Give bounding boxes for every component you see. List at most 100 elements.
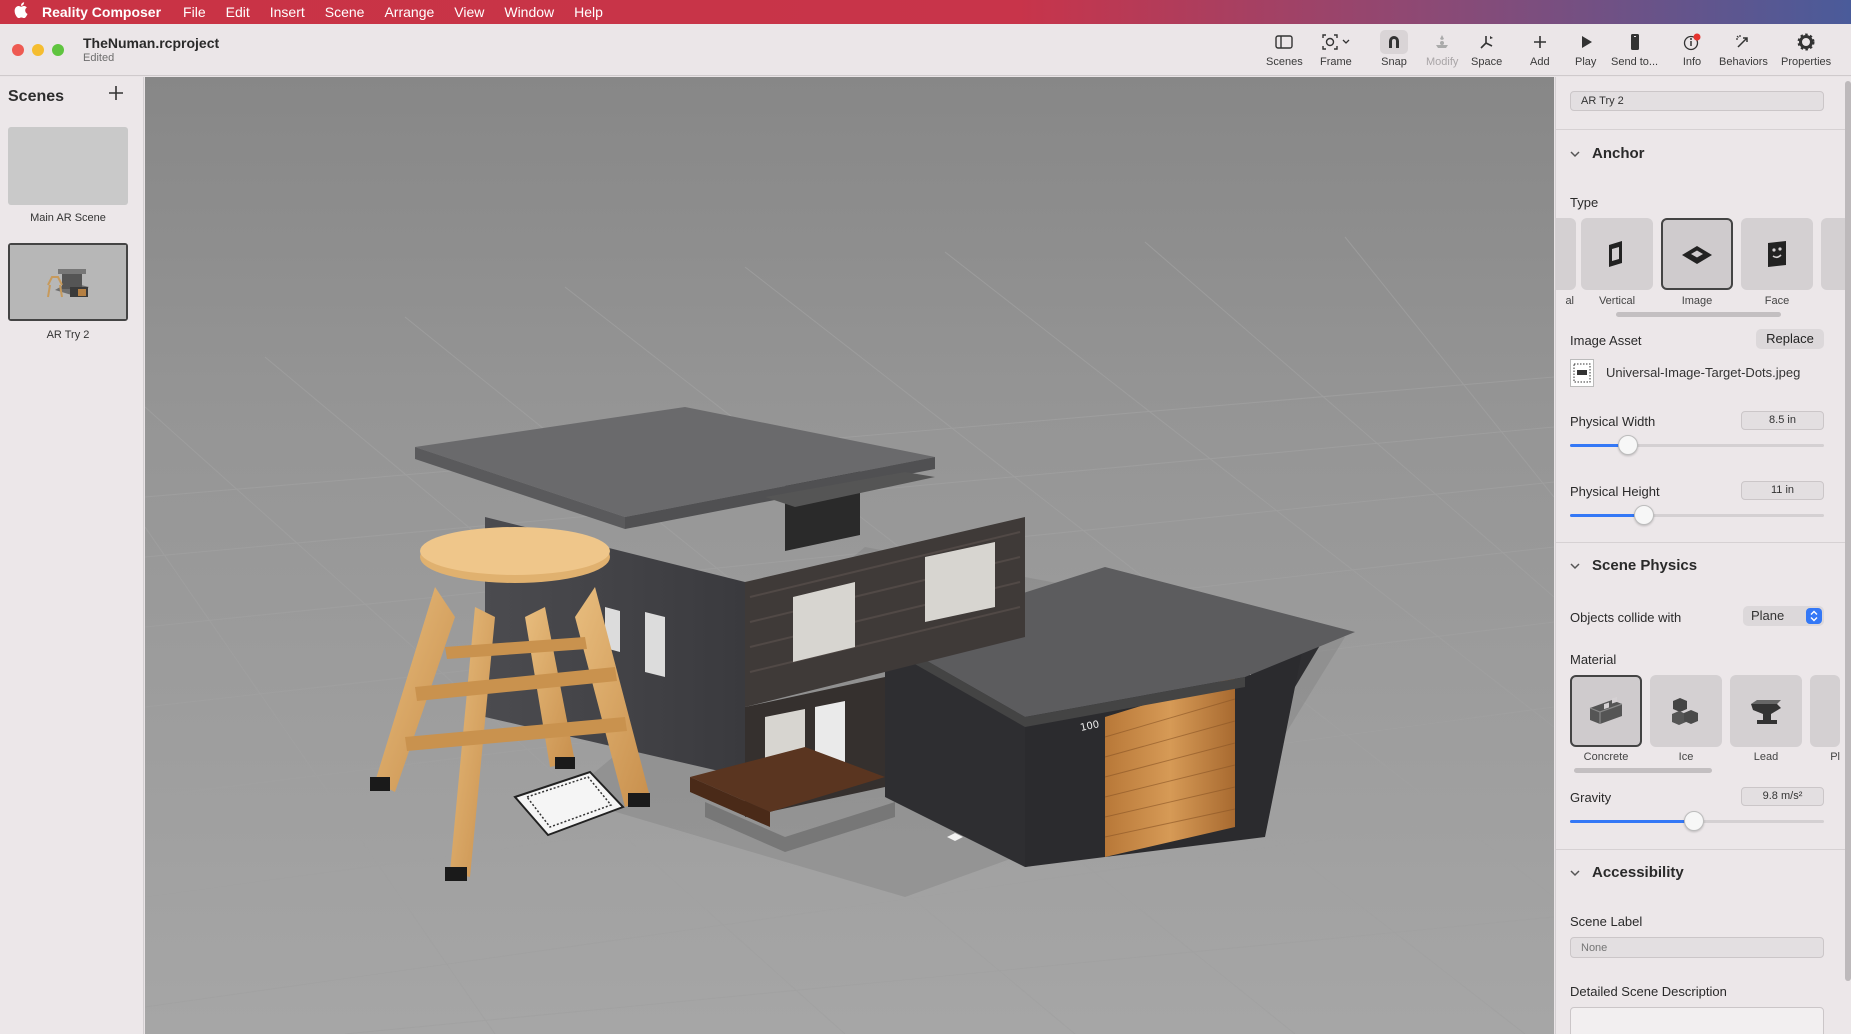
menu-arrange[interactable]: Arrange (384, 4, 434, 20)
gravity-slider-knob[interactable] (1684, 811, 1705, 831)
behaviors-arrow-icon (1734, 30, 1752, 54)
menu-edit[interactable]: Edit (226, 4, 250, 20)
scene-label-ar-try-2: AR Try 2 (46, 329, 90, 341)
physical-width-slider[interactable] (1570, 435, 1824, 455)
collide-with-label: Objects collide with (1570, 610, 1682, 625)
space-toolbar-button[interactable]: Space (1471, 30, 1502, 74)
frame-icon (1321, 30, 1351, 54)
material-concrete-label: Concrete (1583, 751, 1629, 763)
anchor-type-image-label: Image (1681, 295, 1713, 307)
document-title: TheNuman.rcproject (83, 35, 220, 51)
frame-toolbar-button[interactable]: Frame (1320, 30, 1352, 74)
gravity-label: Gravity (1570, 790, 1612, 805)
image-anchor-icon (1682, 246, 1712, 264)
anchor-type-horizontal[interactable] (1556, 218, 1576, 290)
properties-inspector: AR Try 2 Anchor Type al Vertical Image F… (1555, 77, 1851, 1034)
anchor-type-label: Type (1570, 195, 1599, 210)
material-lead[interactable] (1730, 675, 1802, 747)
scene-preview-image (10, 245, 126, 319)
physical-height-slider-fill (1570, 514, 1644, 517)
app-name-menu[interactable]: Reality Composer (42, 4, 161, 20)
physical-width-slider-knob[interactable] (1618, 435, 1639, 455)
lead-anvil-icon (1751, 700, 1781, 724)
scene-3d-render: 100 (145, 236, 1554, 1034)
physical-height-label: Physical Height (1570, 484, 1660, 499)
zoom-window-button[interactable] (52, 44, 64, 56)
face-anchor-icon (1768, 241, 1786, 267)
physical-width-field[interactable]: 8.5 in (1741, 411, 1824, 430)
anchor-type-face-label: Face (1764, 295, 1790, 307)
sidebar-icon (1275, 30, 1294, 54)
material-label: Material (1570, 652, 1617, 667)
menu-scene[interactable]: Scene (325, 4, 365, 20)
chevron-down-icon (1570, 150, 1580, 157)
play-icon (1579, 30, 1593, 54)
collide-with-select[interactable]: Plane (1743, 606, 1824, 626)
menu-view[interactable]: View (454, 4, 484, 20)
modify-toolbar-button[interactable]: Modify (1426, 30, 1458, 74)
modify-icon (1433, 30, 1451, 54)
menu-window[interactable]: Window (504, 4, 554, 20)
plus-icon (1533, 30, 1547, 54)
image-asset-thumbnail (1570, 359, 1594, 387)
material-ice[interactable] (1650, 675, 1722, 747)
material-scrollbar[interactable] (1574, 768, 1712, 773)
physical-height-slider[interactable] (1570, 505, 1824, 525)
properties-toolbar-button[interactable]: Properties (1781, 30, 1831, 74)
scene-thumbnail-main[interactable] (8, 127, 128, 205)
scene-name-field[interactable]: AR Try 2 (1570, 91, 1824, 111)
collide-with-value: Plane (1751, 608, 1785, 623)
replace-image-button[interactable]: Replace (1756, 329, 1824, 349)
vertical-plane-icon (1609, 241, 1622, 267)
material-concrete[interactable] (1570, 675, 1642, 747)
chevron-down-icon (1570, 869, 1580, 876)
document-status: Edited (83, 52, 115, 64)
scene-viewport[interactable]: 100 (145, 77, 1554, 1034)
scene-thumbnail-ar-try-2[interactable] (8, 243, 128, 321)
gravity-slider[interactable] (1570, 811, 1824, 831)
concrete-block-icon (1589, 696, 1623, 724)
info-icon (1682, 30, 1702, 54)
ice-cubes-icon (1672, 698, 1698, 725)
scene-label-input[interactable] (1570, 937, 1824, 958)
anchor-type-scrollbar[interactable] (1616, 312, 1781, 317)
info-toolbar-button[interactable]: Info (1682, 30, 1702, 74)
space-axis-icon (1478, 30, 1496, 54)
snap-toolbar-button[interactable]: Snap (1380, 30, 1408, 74)
magnet-icon (1380, 30, 1408, 54)
apple-menu-icon[interactable] (0, 2, 42, 22)
close-window-button[interactable] (12, 44, 24, 56)
gravity-field[interactable]: 9.8 m/s² (1741, 787, 1824, 806)
device-icon (1629, 30, 1641, 54)
anchor-type-face[interactable] (1741, 218, 1813, 290)
physical-height-field[interactable]: 11 in (1741, 481, 1824, 500)
scenes-toolbar-button[interactable]: Scenes (1266, 30, 1303, 74)
anchor-type-image[interactable] (1661, 218, 1733, 290)
detailed-description-input[interactable] (1570, 1007, 1824, 1034)
inspector-scrollbar[interactable] (1845, 81, 1851, 981)
accessibility-section-toggle[interactable]: Accessibility (1570, 864, 1684, 881)
window-toolbar: TheNuman.rcproject Edited Scenes Frame S… (0, 24, 1851, 76)
image-asset-filename: Universal-Image-Target-Dots.jpeg (1606, 365, 1801, 380)
anchor-section-toggle[interactable]: Anchor (1570, 145, 1645, 162)
behaviors-toolbar-button[interactable]: Behaviors (1719, 30, 1768, 74)
scene-physics-section-toggle[interactable]: Scene Physics (1570, 557, 1697, 574)
minimize-window-button[interactable] (32, 44, 44, 56)
divider (1556, 129, 1851, 130)
menu-file[interactable]: File (183, 4, 206, 20)
add-scene-icon[interactable] (108, 85, 126, 103)
play-toolbar-button[interactable]: Play (1575, 30, 1596, 74)
material-lead-label: Lead (1753, 751, 1779, 763)
detailed-description-label: Detailed Scene Description (1570, 984, 1727, 999)
image-asset-label: Image Asset (1570, 333, 1642, 348)
menu-help[interactable]: Help (574, 4, 603, 20)
menu-bar: Reality Composer File Edit Insert Scene … (0, 0, 1851, 24)
send-to-toolbar-button[interactable]: Send to... (1611, 30, 1658, 74)
material-plastic[interactable] (1810, 675, 1840, 747)
menu-insert[interactable]: Insert (270, 4, 305, 20)
physical-height-slider-knob[interactable] (1633, 505, 1654, 525)
add-toolbar-button[interactable]: Add (1530, 30, 1550, 74)
anchor-type-vertical[interactable] (1581, 218, 1653, 290)
scene-label-main: Main AR Scene (30, 212, 106, 224)
anchor-title: Anchor (1592, 145, 1645, 162)
